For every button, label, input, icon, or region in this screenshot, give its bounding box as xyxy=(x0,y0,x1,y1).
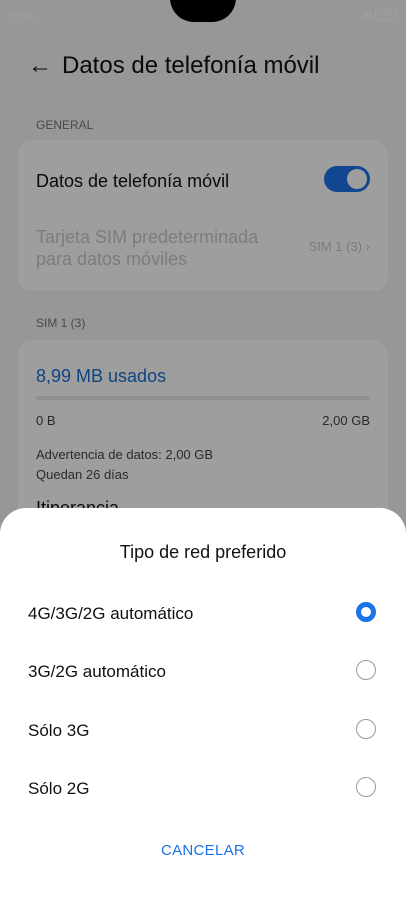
radio-unselected-icon[interactable] xyxy=(356,660,376,680)
option-label: 4G/3G/2G automático xyxy=(28,604,194,623)
option-4g-3g-2g[interactable]: 4G/3G/2G automático xyxy=(0,585,406,643)
cancel-button[interactable]: CANCELAR xyxy=(0,842,406,859)
dialog-title: Tipo de red preferido xyxy=(119,542,287,562)
option-3g-2g[interactable]: 3G/2G automático xyxy=(0,643,406,701)
option-3g-only[interactable]: Sólo 3G xyxy=(0,702,406,760)
network-type-dialog: Tipo de red preferido 4G/3G/2G automátic… xyxy=(0,508,406,902)
radio-unselected-icon[interactable] xyxy=(356,719,376,739)
option-label: Sólo 3G xyxy=(28,721,90,740)
radio-unselected-icon[interactable] xyxy=(356,777,376,797)
radio-selected-icon[interactable] xyxy=(356,602,376,622)
option-2g-only[interactable]: Sólo 2G xyxy=(0,760,406,818)
option-label: Sólo 2G xyxy=(28,779,90,798)
option-label: 3G/2G automático xyxy=(28,662,166,681)
